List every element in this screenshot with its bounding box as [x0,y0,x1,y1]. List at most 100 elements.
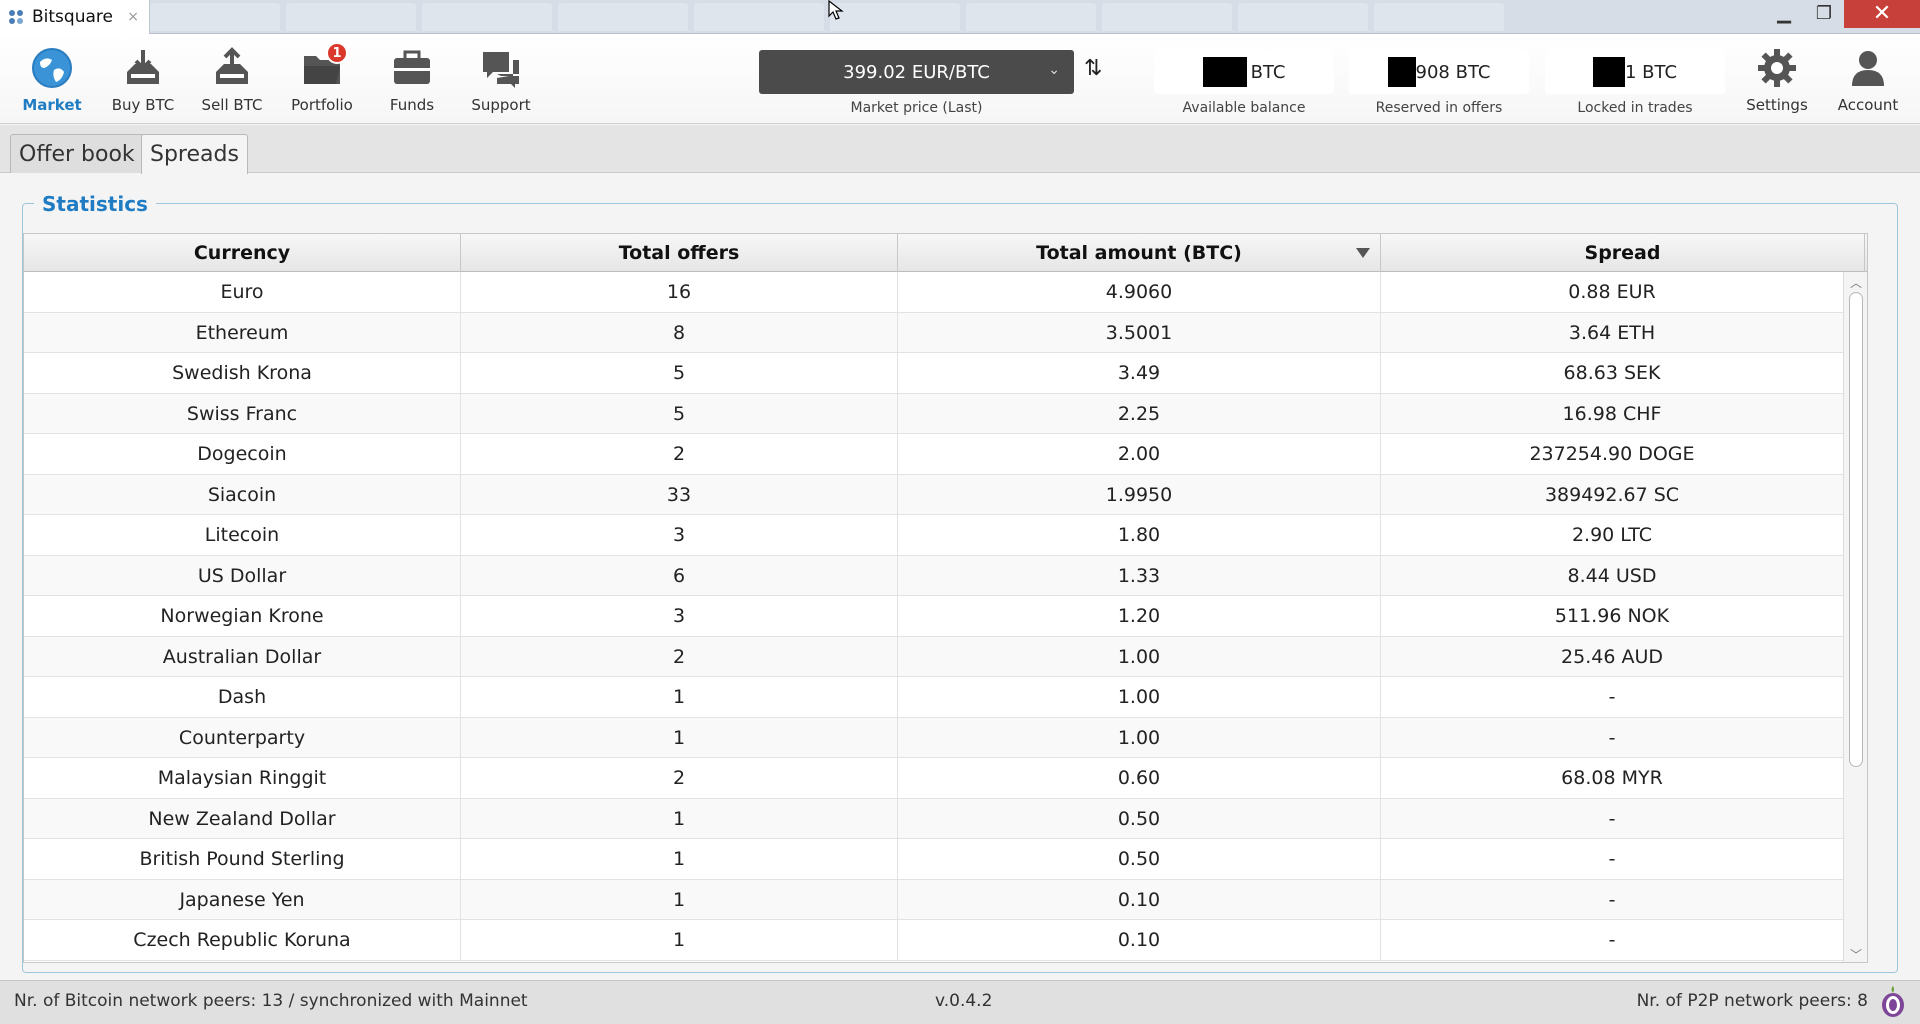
close-window-button[interactable]: ✕ [1844,0,1920,28]
locked-balance-value: 1 BTC [1624,61,1678,83]
cell-spread: 237254.90 DOGE [1381,434,1844,474]
nav-account-button[interactable]: Account [1826,46,1910,114]
column-header-total-amount[interactable]: Total amount (BTC) [898,234,1381,272]
tab-spreads[interactable]: Spreads [141,134,248,174]
table-scrollbar[interactable]: ︿ ﹀ [1843,272,1867,962]
globe-icon [32,48,72,88]
table-row[interactable]: Malaysian Ringgit 2 0.60 68.08 MYR [24,758,1844,799]
table-row[interactable]: US Dollar 6 1.33 8.44 USD [24,555,1844,596]
nav-portfolio-label: Portfolio [291,96,353,114]
table-row[interactable]: Ethereum 8 3.5001 3.64 ETH [24,312,1844,353]
table-row[interactable]: Siacoin 33 1.9950 389492.67 SC [24,474,1844,515]
table-row[interactable]: Dogecoin 2 2.00 237254.90 DOGE [24,434,1844,475]
background-tab[interactable] [150,2,280,31]
tor-onion-icon [1882,986,1904,1017]
cell-total-amount: 1.20 [898,596,1381,636]
cell-currency: Czech Republic Koruna [24,920,461,960]
cell-currency: New Zealand Dollar [24,798,461,839]
background-tab[interactable] [422,2,552,31]
cell-total-amount: 2.25 [898,393,1381,434]
background-tab[interactable] [830,2,960,31]
mouse-cursor-icon [828,0,844,20]
window-controls: ▁ ❐ ✕ [1764,0,1920,34]
cell-total-amount: 0.50 [898,798,1381,839]
cell-total-amount: 0.10 [898,920,1381,960]
table-row[interactable]: Euro 16 4.9060 0.88 EUR [24,272,1844,313]
minimize-button[interactable]: ▁ [1764,0,1804,28]
reserved-balance-caption: Reserved in offers [1375,100,1503,116]
cell-spread: 8.44 USD [1381,555,1844,596]
chat-bubbles-icon [483,52,519,88]
sell-tray-icon [216,47,248,84]
tab-offer-book[interactable]: Offer book [10,134,144,173]
nav-market-button[interactable]: Market [10,46,94,114]
scroll-up-icon[interactable]: ︿ [1844,272,1867,292]
background-tab[interactable] [1374,2,1504,31]
cell-total-offers: 3 [461,596,898,636]
background-tab[interactable] [558,2,688,31]
cell-currency: British Pound Sterling [24,839,461,879]
nav-support-label: Support [471,96,531,114]
nav-sell-button[interactable]: Sell BTC [190,46,274,114]
table-row[interactable]: Dash 1 1.00- [24,677,1844,718]
table-row[interactable]: Swiss Franc 5 2.25 16.98 CHF [24,393,1844,434]
table-row[interactable]: Czech Republic Koruna 1 0.10- [24,920,1844,961]
cell-spread: - [1381,920,1844,960]
window-title: Bitsquare [32,6,113,27]
table-row[interactable]: British Pound Sterling 1 0.50- [24,839,1844,880]
table-row[interactable]: Japanese Yen 1 0.10- [24,879,1844,920]
table-row[interactable]: Litecoin 3 1.80 2.90 LTC [24,515,1844,556]
nav-funds-button[interactable]: Funds [370,46,454,114]
table-row[interactable]: Swedish Krona 5 3.49 68.63 SEK [24,353,1844,394]
cell-total-offers: 5 [461,393,898,434]
reserved-balance-box: 908 BTC [1349,50,1529,94]
column-header-total-offers[interactable]: Total offers [461,234,898,272]
locked-balance-caption: Locked in trades [1577,100,1693,116]
cell-total-offers: 2 [461,758,898,798]
table-row[interactable]: New Zealand Dollar 1 0.50- [24,798,1844,839]
cell-currency: Euro [24,272,461,312]
background-tab[interactable] [286,2,416,31]
cell-currency: Siacoin [24,474,461,515]
nav-settings-label: Settings [1746,96,1808,114]
column-header-spread[interactable]: Spread [1381,234,1865,272]
cell-spread: 389492.67 SC [1381,474,1844,515]
cell-total-offers: 1 [461,717,898,758]
table-row[interactable]: Counterparty 1 1.00- [24,717,1844,758]
background-tab[interactable] [694,2,824,31]
cell-currency: Swedish Krona [24,353,461,393]
nav-portfolio-button[interactable]: 1 Portfolio [280,42,364,114]
app-logo-icon [9,9,23,24]
column-header-currency[interactable]: Currency [24,234,461,272]
nav-buy-button[interactable]: Buy BTC [101,46,185,114]
table-row[interactable]: Australian Dollar 2 1.00 25.46 AUD [24,636,1844,677]
cell-spread: - [1381,879,1844,920]
scroll-down-icon[interactable]: ﹀ [1844,944,1867,962]
swap-direction-icon[interactable]: ⇅ [1084,56,1102,81]
restore-button[interactable]: ❐ [1804,0,1844,28]
background-tab[interactable] [966,2,1096,31]
spreads-table: Currency Total offers Total amount (BTC)… [23,233,1868,963]
background-tab[interactable] [1238,2,1368,31]
close-tab-icon[interactable]: × [127,9,139,25]
bitcoin-peers-status: Nr. of Bitcoin network peers: 13 / synch… [14,991,528,1011]
background-tab[interactable] [1102,2,1232,31]
nav-settings-button[interactable]: Settings [1735,46,1819,114]
cell-currency: Japanese Yen [24,879,461,920]
portfolio-badge: 1 [326,42,348,64]
redacted-block [1592,57,1625,87]
cell-total-amount: 3.5001 [898,312,1381,353]
cell-spread: - [1381,677,1844,717]
market-price-value: 399.02 EUR/BTC [843,61,990,83]
scroll-thumb[interactable] [1849,292,1863,767]
cell-total-offers: 2 [461,636,898,677]
nav-support-button[interactable]: Support [459,46,543,114]
statistics-title: Statistics [34,192,156,216]
table-row[interactable]: Norwegian Krone 3 1.20 511.96 NOK [24,596,1844,637]
app-tab[interactable]: Bitsquare × [0,0,150,34]
market-price-selector[interactable]: 399.02 EUR/BTC ⌄ [759,50,1074,94]
cell-spread: 2.90 LTC [1381,515,1844,555]
version-label: v.0.4.2 [935,991,993,1011]
available-balance-value: BTC [1250,61,1286,83]
cell-currency: Australian Dollar [24,636,461,677]
